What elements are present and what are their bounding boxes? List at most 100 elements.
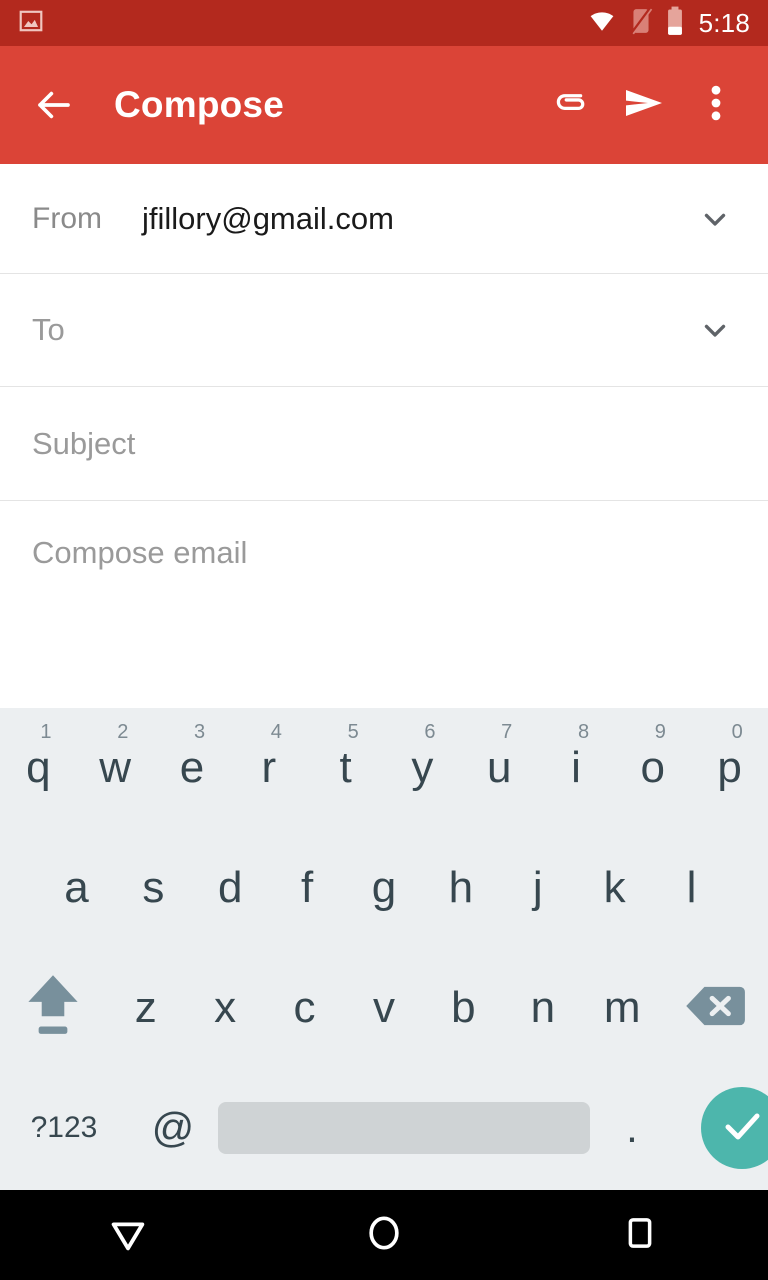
enter-key-circle: [701, 1087, 768, 1169]
key-t-label: t: [339, 746, 351, 790]
key-y-label: y: [411, 746, 433, 790]
key-s[interactable]: s: [115, 828, 192, 948]
body-input[interactable]: Compose email: [32, 535, 247, 571]
key-p-number: 0: [732, 722, 743, 742]
app-bar-actions: [536, 69, 752, 141]
shift-key[interactable]: [0, 948, 106, 1068]
key-n[interactable]: n: [503, 948, 582, 1068]
key-i[interactable]: 8 i: [538, 708, 615, 828]
key-i-label: i: [571, 746, 581, 790]
keyboard-row-2: a s d f g h j k l: [0, 828, 768, 948]
send-button[interactable]: [608, 69, 680, 141]
period-key[interactable]: .: [590, 1068, 674, 1188]
key-y[interactable]: 6 y: [384, 708, 461, 828]
key-m[interactable]: m: [583, 948, 662, 1068]
key-a-label: a: [64, 866, 88, 910]
key-q-number: 1: [40, 722, 51, 742]
at-key-label: @: [152, 1107, 195, 1149]
nav-back-icon: [105, 1210, 151, 1261]
key-f-label: f: [301, 866, 313, 910]
key-o-number: 9: [655, 722, 666, 742]
check-icon: [718, 1102, 766, 1155]
key-x[interactable]: x: [185, 948, 264, 1068]
key-i-number: 8: [578, 722, 589, 742]
key-d-label: d: [218, 866, 242, 910]
on-screen-keyboard: 1 q 2 w 3 e 4 r 5 t 6 y: [0, 708, 768, 1190]
back-button[interactable]: [26, 77, 82, 133]
key-a[interactable]: a: [38, 828, 115, 948]
subject-field-row[interactable]: Subject: [0, 387, 768, 501]
key-l-label: l: [687, 866, 697, 910]
to-chevron-down-icon[interactable]: [690, 305, 740, 355]
key-c[interactable]: c: [265, 948, 344, 1068]
space-key[interactable]: [218, 1068, 590, 1188]
enter-key[interactable]: [674, 1068, 768, 1188]
from-field-row[interactable]: From jfillory@gmail.com: [0, 164, 768, 274]
nav-recents-icon: [619, 1212, 661, 1259]
key-p-label: p: [717, 746, 741, 790]
shift-icon: [22, 967, 84, 1050]
navigation-bar: [0, 1190, 768, 1280]
key-t-number: 5: [348, 722, 359, 742]
wifi-icon: [587, 8, 617, 39]
keyboard-row-1: 1 q 2 w 3 e 4 r 5 t 6 y: [0, 708, 768, 828]
to-input[interactable]: To: [32, 312, 65, 348]
at-key[interactable]: @: [128, 1068, 218, 1188]
key-u-label: u: [487, 746, 511, 790]
key-d[interactable]: d: [192, 828, 269, 948]
key-k[interactable]: k: [576, 828, 653, 948]
symbols-key[interactable]: ?123: [0, 1068, 128, 1188]
attach-icon: [549, 80, 595, 131]
app-bar: Compose: [0, 46, 768, 164]
key-v[interactable]: v: [344, 948, 423, 1068]
key-z-label: z: [135, 986, 157, 1030]
subject-input[interactable]: Subject: [32, 426, 135, 462]
key-e-label: e: [180, 746, 204, 790]
key-v-label: v: [373, 986, 395, 1030]
key-g-label: g: [372, 866, 396, 910]
status-bar-notifications: [18, 8, 587, 39]
nav-back-button[interactable]: [0, 1190, 256, 1280]
key-h[interactable]: h: [422, 828, 499, 948]
key-b[interactable]: b: [424, 948, 503, 1068]
key-w[interactable]: 2 w: [77, 708, 154, 828]
backspace-icon: [684, 983, 746, 1034]
nav-home-button[interactable]: [256, 1190, 512, 1280]
key-t[interactable]: 5 t: [307, 708, 384, 828]
key-j[interactable]: j: [499, 828, 576, 948]
nav-home-icon: [362, 1211, 406, 1260]
key-l[interactable]: l: [653, 828, 730, 948]
key-u[interactable]: 7 u: [461, 708, 538, 828]
overflow-menu-button[interactable]: [680, 69, 752, 141]
compose-form: From jfillory@gmail.com To Subject Compo…: [0, 164, 768, 708]
status-bar-clock: 5:18: [699, 10, 750, 36]
key-p[interactable]: 0 p: [691, 708, 768, 828]
key-h-label: h: [449, 866, 473, 910]
from-label: From: [32, 202, 102, 236]
key-r[interactable]: 4 r: [230, 708, 307, 828]
key-f[interactable]: f: [269, 828, 346, 948]
keyboard-row-4: ?123 @ .: [0, 1068, 768, 1188]
key-q-label: q: [26, 746, 50, 790]
overflow-menu-icon: [699, 81, 733, 130]
key-q[interactable]: 1 q: [0, 708, 77, 828]
period-key-label: .: [626, 1120, 638, 1137]
key-o[interactable]: 9 o: [614, 708, 691, 828]
body-field-row[interactable]: Compose email: [0, 501, 768, 708]
from-chevron-down-icon[interactable]: [690, 194, 740, 244]
backspace-key[interactable]: [662, 948, 768, 1068]
battery-icon: [665, 6, 685, 41]
key-y-number: 6: [424, 722, 435, 742]
nav-recents-button[interactable]: [512, 1190, 768, 1280]
key-z[interactable]: z: [106, 948, 185, 1068]
send-icon: [620, 79, 668, 132]
from-value: jfillory@gmail.com: [142, 201, 394, 237]
key-g[interactable]: g: [346, 828, 423, 948]
status-bar: 5:18: [0, 0, 768, 46]
key-e[interactable]: 3 e: [154, 708, 231, 828]
attach-button[interactable]: [536, 69, 608, 141]
symbols-key-label: ?123: [31, 1111, 98, 1145]
space-bar: [218, 1102, 590, 1154]
to-field-row[interactable]: To: [0, 274, 768, 387]
key-r-label: r: [261, 746, 276, 790]
